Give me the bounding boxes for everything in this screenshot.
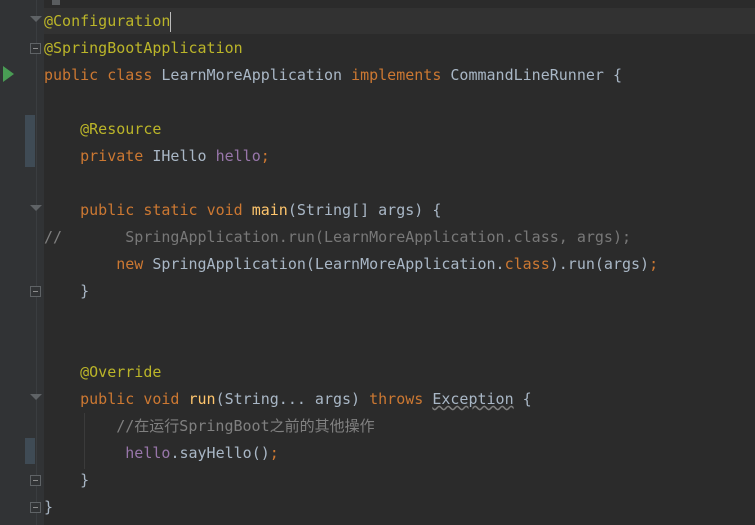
code-token: ; bbox=[269, 444, 279, 462]
code-line[interactable]: hello.sayHello(); bbox=[44, 440, 279, 467]
code-line[interactable]: } bbox=[44, 494, 53, 521]
code-line[interactable]: @Resource bbox=[44, 116, 161, 143]
code-token: class bbox=[504, 255, 550, 273]
text-caret bbox=[170, 11, 172, 32]
code-line[interactable]: public void run(String... args) throws E… bbox=[44, 386, 532, 413]
code-token: } bbox=[44, 282, 90, 300]
fold-open-icon[interactable] bbox=[30, 16, 42, 22]
code-token: } bbox=[44, 498, 54, 516]
gutter-separator bbox=[36, 0, 37, 525]
code-token: throws bbox=[369, 390, 433, 408]
code-token: } bbox=[44, 471, 90, 489]
code-token: ; bbox=[260, 147, 270, 165]
code-token: { bbox=[513, 390, 532, 408]
code-line[interactable]: // SpringApplication.run(LearnMoreApplic… bbox=[44, 224, 631, 251]
code-editor[interactable]: @Configuration @SpringBootApplication publ… bbox=[0, 0, 755, 525]
code-token: implements bbox=[351, 66, 451, 84]
code-line[interactable]: //在运行SpringBoot之前的其他操作 bbox=[44, 413, 375, 440]
code-line[interactable]: public class LearnMoreApplication implem… bbox=[44, 62, 622, 89]
code-line[interactable]: new SpringApplication(LearnMoreApplicati… bbox=[44, 251, 658, 278]
code-token: void bbox=[206, 201, 252, 219]
code-token: SpringApplication(LearnMoreApplication. bbox=[152, 255, 505, 273]
code-token: .sayHello() bbox=[170, 444, 270, 462]
code-line[interactable]: } bbox=[44, 467, 89, 494]
code-token: Exception bbox=[432, 390, 514, 408]
run-gutter-icon[interactable] bbox=[3, 66, 14, 82]
fold-open-icon[interactable] bbox=[30, 394, 42, 400]
code-token: SpringApplication.run(LearnMoreApplicati… bbox=[62, 228, 632, 246]
code-token: hello bbox=[125, 444, 171, 462]
code-line[interactable]: } bbox=[44, 278, 89, 305]
change-marker bbox=[25, 115, 35, 167]
code-token: main bbox=[251, 201, 288, 219]
code-token: CommandLineRunner { bbox=[450, 66, 622, 84]
code-token: run bbox=[188, 390, 216, 408]
scroll-marker-icon bbox=[52, 0, 60, 5]
fold-open-icon[interactable] bbox=[30, 205, 42, 211]
code-token: class bbox=[107, 66, 162, 84]
change-marker bbox=[25, 438, 35, 464]
code-token: public bbox=[44, 66, 108, 84]
code-token: public bbox=[80, 201, 144, 219]
code-token: void bbox=[143, 390, 189, 408]
code-token: (String... args) bbox=[215, 390, 370, 408]
code-line[interactable]: @Override bbox=[44, 359, 161, 386]
fold-open-icon[interactable] bbox=[30, 43, 41, 54]
code-token: @SpringBootApplication bbox=[44, 39, 243, 57]
code-token: @Configuration bbox=[44, 12, 171, 30]
code-token: private bbox=[80, 147, 153, 165]
code-token: static bbox=[143, 201, 207, 219]
fold-close-icon[interactable] bbox=[30, 286, 41, 297]
code-line[interactable]: public static void main(String[] args) { bbox=[44, 197, 441, 224]
code-line[interactable]: @Configuration bbox=[44, 8, 172, 35]
code-token: hello bbox=[215, 147, 261, 165]
code-token: LearnMoreApplication bbox=[161, 66, 352, 84]
code-token: new bbox=[116, 255, 153, 273]
code-token: //在运行SpringBoot之前的其他操作 bbox=[116, 417, 375, 435]
code-token: IHello bbox=[152, 147, 216, 165]
code-token: ; bbox=[649, 255, 659, 273]
code-line[interactable]: private IHello hello; bbox=[44, 143, 270, 170]
fold-close-icon[interactable] bbox=[30, 502, 41, 513]
code-token: @Resource bbox=[80, 120, 162, 138]
code-token: // bbox=[44, 228, 63, 246]
code-token: (String[] args) { bbox=[287, 201, 442, 219]
code-line[interactable]: @SpringBootApplication bbox=[44, 35, 243, 62]
code-token: public bbox=[80, 390, 144, 408]
fold-close-icon[interactable] bbox=[30, 475, 41, 486]
code-token: @Override bbox=[80, 363, 162, 381]
code-token: ).run(args) bbox=[549, 255, 650, 273]
